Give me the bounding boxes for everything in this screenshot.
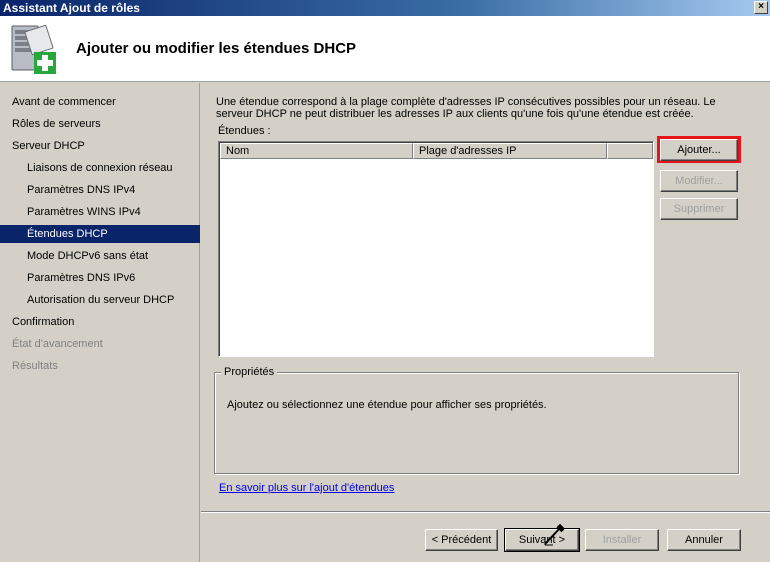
mouse-cursor-icon [544, 524, 565, 546]
footer-separator [201, 511, 770, 513]
column-header-extra[interactable] [607, 143, 653, 159]
main-panel: Une étendue correspond à la plage complè… [201, 83, 770, 562]
sidebar-item-dhcpv6-mode[interactable]: Mode DHCPv6 sans état [0, 247, 200, 265]
sidebar-item-liaisons[interactable]: Liaisons de connexion réseau [0, 159, 200, 177]
sidebar-item-dns-ipv6[interactable]: Paramètres DNS IPv6 [0, 269, 200, 287]
sidebar-item-avant-de-commencer[interactable]: Avant de commencer [0, 93, 200, 111]
properties-text: Ajoutez ou sélectionnez une étendue pour… [227, 399, 547, 411]
sidebar-item-etat-avancement: État d'avancement [12, 338, 103, 350]
server-add-icon [11, 24, 56, 74]
scopes-list-header: Nom Plage d'adresses IP [220, 143, 653, 159]
scopes-label: Étendues : [218, 125, 271, 137]
sidebar-item-etendues-dhcp[interactable]: Étendues DHCP [0, 225, 200, 243]
wizard-steps-sidebar: Avant de commencer Rôles de serveurs Ser… [0, 83, 200, 562]
page-title: Ajouter ou modifier les étendues DHCP [76, 40, 357, 57]
wizard-header: Ajouter ou modifier les étendues DHCP [0, 16, 770, 82]
previous-button[interactable]: < Précédent [425, 529, 498, 551]
column-header-plage[interactable]: Plage d'adresses IP [413, 143, 607, 159]
install-button[interactable]: Installer [585, 529, 659, 551]
sidebar-item-autorisation[interactable]: Autorisation du serveur DHCP [0, 291, 200, 309]
sidebar-item-wins-ipv4[interactable]: Paramètres WINS IPv4 [0, 203, 200, 221]
sidebar-item-resultats: Résultats [12, 360, 58, 372]
sidebar-item-confirmation[interactable]: Confirmation [0, 313, 200, 331]
next-button[interactable]: Suivant > [504, 528, 580, 552]
close-button[interactable]: × [754, 1, 768, 14]
properties-title: Propriétés [221, 366, 278, 378]
learn-more-link[interactable]: En savoir plus sur l'ajout d'étendues [219, 482, 394, 494]
delete-scope-button[interactable]: Supprimer [660, 198, 738, 220]
column-header-nom[interactable]: Nom [220, 143, 413, 159]
title-bar: Assistant Ajout de rôles × [0, 0, 770, 16]
window-title: Assistant Ajout de rôles [3, 1, 140, 15]
sidebar-item-roles-de-serveurs[interactable]: Rôles de serveurs [0, 115, 200, 133]
scope-description: Une étendue correspond à la plage complè… [216, 96, 716, 120]
modify-scope-button[interactable]: Modifier... [660, 170, 738, 192]
cancel-button[interactable]: Annuler [667, 529, 741, 551]
add-scope-button[interactable]: Ajouter... [660, 139, 738, 161]
scopes-list[interactable]: Nom Plage d'adresses IP [218, 141, 654, 357]
sidebar-item-dns-ipv4[interactable]: Paramètres DNS IPv4 [0, 181, 200, 199]
sidebar-item-serveur-dhcp[interactable]: Serveur DHCP [0, 137, 200, 155]
properties-groupbox: Propriétés Ajoutez ou sélectionnez une é… [214, 366, 739, 474]
